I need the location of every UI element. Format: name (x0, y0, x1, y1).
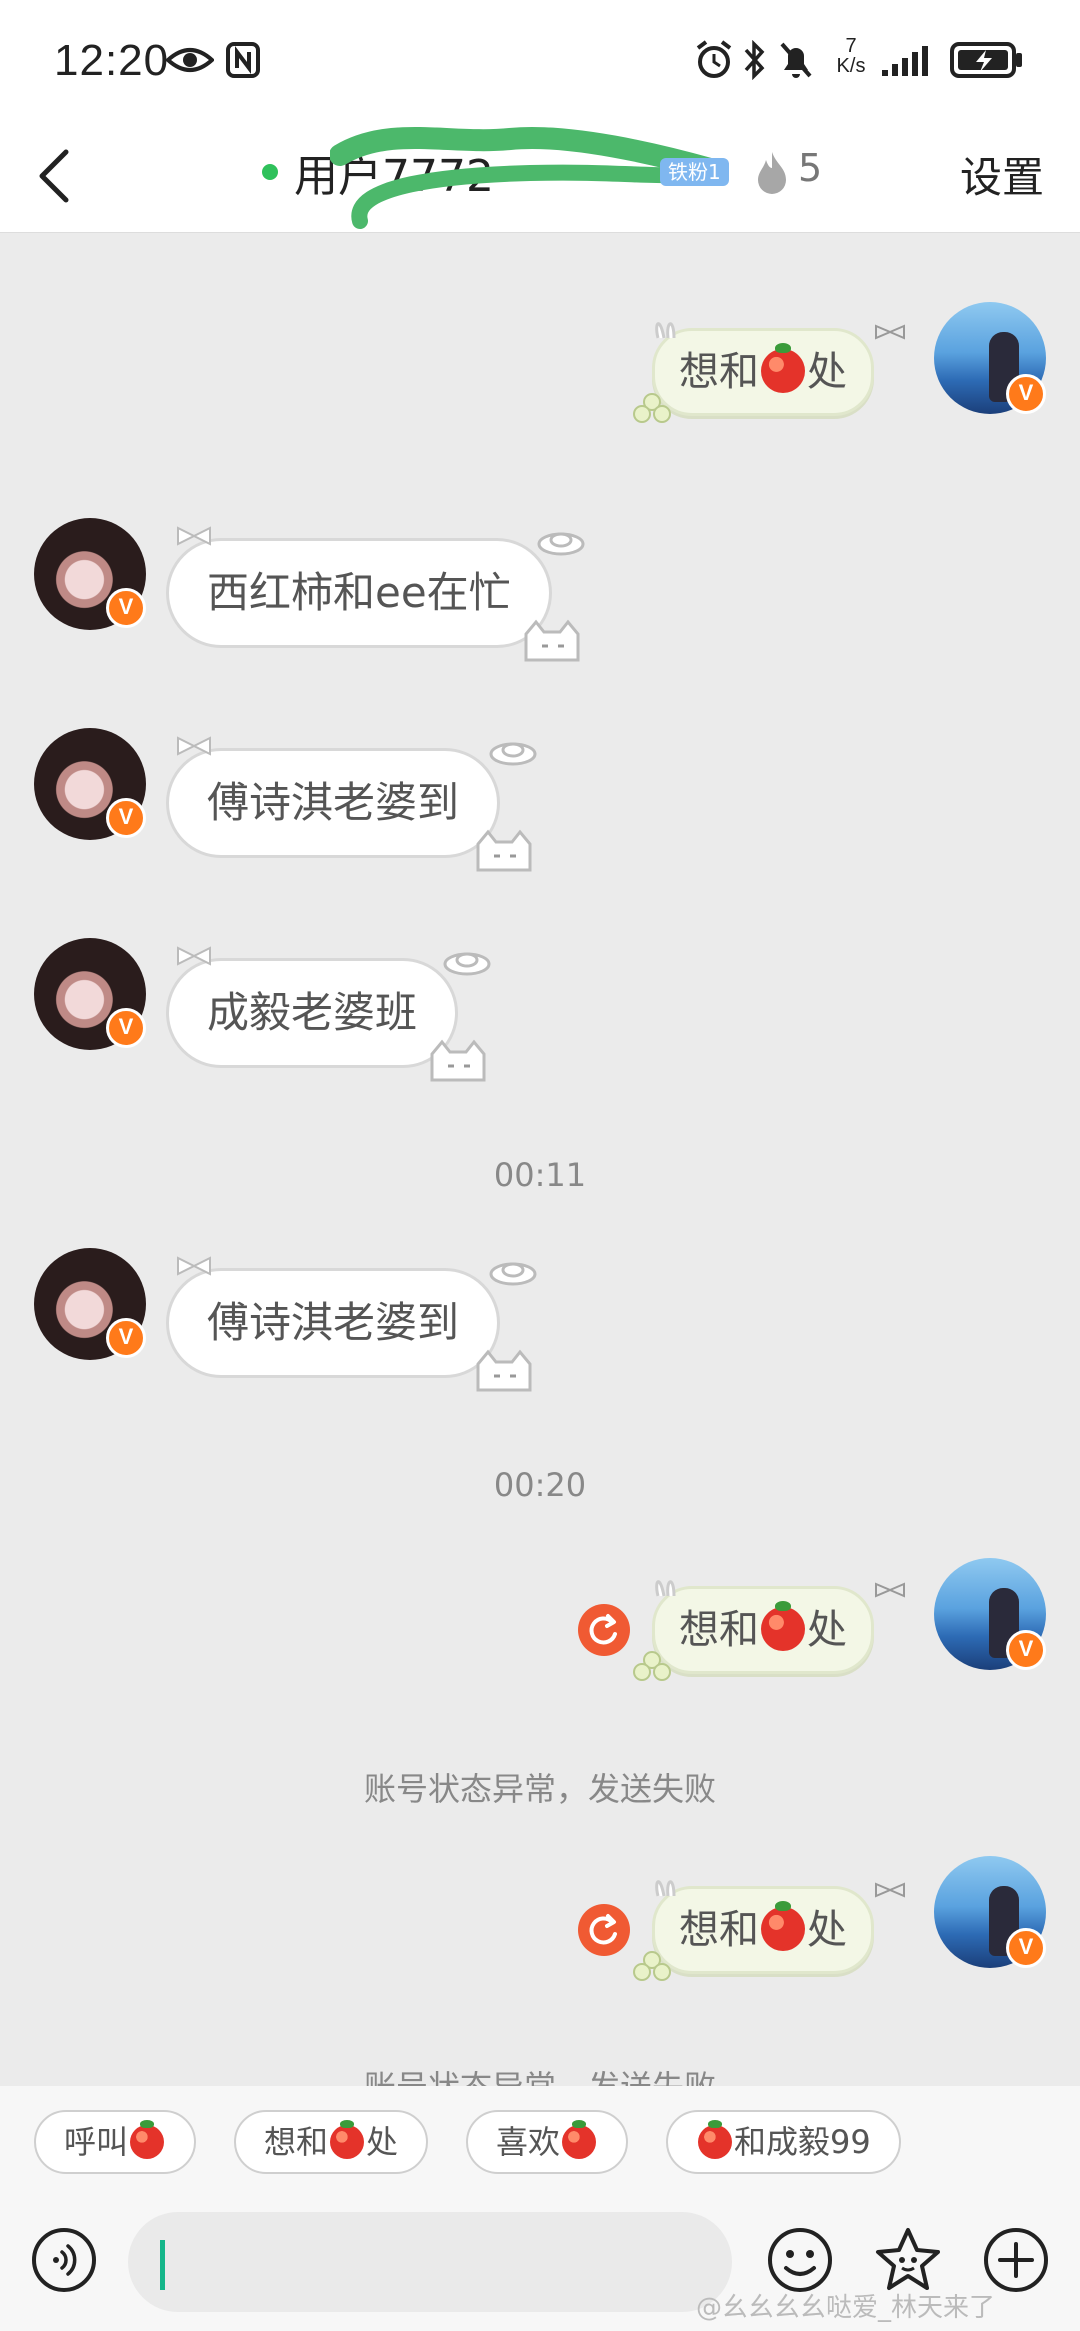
verified-badge: V (106, 1008, 146, 1048)
back-button[interactable] (28, 142, 88, 210)
verified-badge: V (1006, 1630, 1046, 1670)
fan-level-badge: 铁粉1 (660, 158, 729, 186)
cat-sticker-icon (524, 619, 580, 662)
tomato-emoji-icon (330, 2120, 365, 2159)
verified-badge: V (106, 588, 146, 628)
verified-badge: V (106, 798, 146, 838)
tomato-emoji-icon (698, 2120, 732, 2159)
signal-icon (876, 38, 938, 82)
resend-icon[interactable] (578, 1904, 630, 1956)
tomato-emoji-icon (761, 1601, 805, 1651)
online-status-dot (262, 164, 278, 180)
chip-label: 处 (366, 2123, 399, 2161)
eye-icon (166, 38, 214, 82)
bow-icon (875, 1882, 905, 1898)
text-cursor (160, 2240, 165, 2290)
send-failed-note: 账号状态异常，发送失败 (0, 2062, 1080, 2086)
status-time: 12:20 (54, 36, 170, 85)
resend-icon[interactable] (578, 1604, 630, 1656)
bunny-ears-icon (655, 322, 676, 339)
chip-label: 想和 (264, 2123, 329, 2161)
battery-charging-icon (950, 38, 1026, 82)
message-bubble-outgoing[interactable]: 想和 处 (652, 1886, 874, 1974)
watermark: @幺幺幺幺哒爱_林天来了 (696, 2293, 996, 2323)
bow-icon (875, 1582, 905, 1598)
message-text: 想和 (679, 1607, 759, 1653)
bow-icon (177, 736, 211, 756)
message-bubble-incoming[interactable]: 西红柿和ee在忙 (166, 538, 552, 648)
message-text: 想和 (679, 1907, 759, 1953)
quick-reply-chip[interactable]: 想和处 (234, 2110, 429, 2174)
message-timestamp: 00:11 (493, 1156, 587, 1194)
hat-icon (537, 532, 585, 556)
settings-button[interactable]: 设置 (960, 144, 1044, 205)
quick-reply-chip[interactable]: 呼叫 (34, 2110, 197, 2174)
message-bubble-incoming[interactable]: 傅诗淇老婆到 (166, 1268, 501, 1378)
message-text: 处 (807, 349, 847, 395)
quick-reply-chip[interactable]: 和成毅99 (666, 2110, 901, 2174)
message-text: 处 (807, 1907, 847, 1953)
bluetooth-icon (744, 38, 766, 82)
message-bubble-incoming[interactable]: 成毅老婆班 (166, 958, 459, 1068)
alarm-icon (694, 38, 734, 82)
bow-icon (177, 526, 211, 546)
hat-icon (443, 952, 491, 976)
verified-badge: V (106, 1318, 146, 1358)
message-text: 处 (807, 1607, 847, 1653)
network-speed-value: 7 (845, 35, 857, 57)
network-speed: 7 K/s (826, 36, 876, 76)
bow-icon (177, 946, 211, 966)
hat-icon (489, 742, 537, 766)
chip-label: 喜欢 (496, 2123, 561, 2161)
tomato-emoji-icon (562, 2120, 597, 2159)
message-input[interactable] (128, 2212, 732, 2312)
mute-icon (778, 38, 814, 82)
chip-label: 和成毅99 (734, 2123, 871, 2161)
flower-icon (633, 1951, 671, 1981)
tomato-emoji-icon (761, 1901, 805, 1951)
voice-input-button[interactable] (32, 2228, 96, 2292)
sticker-star-button[interactable] (872, 2224, 944, 2296)
network-speed-unit: K/s (836, 55, 866, 77)
send-failed-note: 账号状态异常，发送失败 (363, 1770, 716, 1808)
heat-icon (754, 150, 790, 198)
message-bubble-outgoing[interactable]: 想和 处 (652, 328, 874, 416)
bunny-ears-icon (655, 1580, 676, 1597)
cat-sticker-icon (476, 829, 532, 872)
flower-icon (633, 393, 671, 423)
tomato-emoji-icon (761, 343, 805, 393)
nfc-icon (226, 38, 260, 82)
message-text: 想和 (679, 349, 759, 395)
bow-icon (177, 1256, 211, 1276)
cat-sticker-icon (430, 1039, 486, 1082)
message-bubble-outgoing[interactable]: 想和 处 (652, 1586, 874, 1674)
bunny-ears-icon (655, 1880, 676, 1897)
message-timestamp: 00:20 (493, 1466, 587, 1504)
verified-badge: V (1006, 374, 1046, 414)
flower-icon (633, 1651, 671, 1681)
tomato-emoji-icon (130, 2120, 165, 2159)
hat-icon (489, 1262, 537, 1286)
verified-badge: V (1006, 1928, 1046, 1968)
quick-reply-chip[interactable]: 喜欢 (466, 2110, 629, 2174)
emoji-button[interactable] (764, 2224, 836, 2296)
more-plus-button[interactable] (980, 2224, 1052, 2296)
message-bubble-incoming[interactable]: 傅诗淇老婆到 (166, 748, 501, 858)
chip-label: 呼叫 (64, 2123, 129, 2161)
cat-sticker-icon (476, 1349, 532, 1392)
bow-icon (875, 324, 905, 340)
heat-count: 5 (798, 146, 823, 190)
